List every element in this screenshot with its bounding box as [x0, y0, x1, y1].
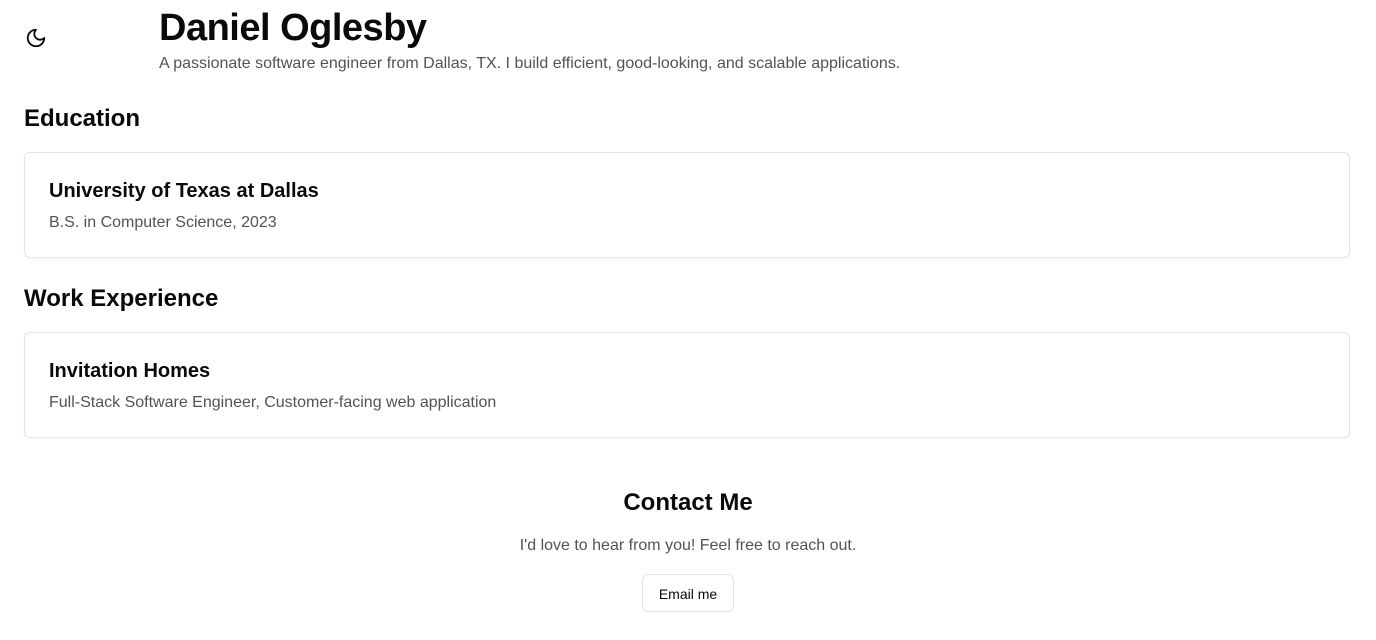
work-role: Full-Stack Software Engineer, Customer-f…	[49, 394, 497, 411]
work-card: Invitation Homes Full-Stack Software Eng…	[24, 332, 1350, 438]
education-degree: B.S. in Computer Science, 2023	[49, 214, 277, 231]
education-card: University of Texas at Dallas B.S. in Co…	[24, 152, 1350, 258]
email-me-button[interactable]: Email me	[641, 574, 735, 612]
header: Daniel Oglesby A passionate software eng…	[159, 6, 900, 74]
moon-icon	[25, 27, 47, 54]
page-title: Daniel Oglesby	[159, 7, 427, 49]
work-experience-heading: Work Experience	[24, 285, 219, 312]
contact-text: I'd love to hear from you! Feel free to …	[519, 537, 857, 554]
contact-section: Contact Me I'd love to hear from you! Fe…	[0, 486, 1376, 612]
contact-heading: Contact Me	[623, 489, 753, 516]
work-company: Invitation Homes	[49, 360, 211, 382]
education-school: University of Texas at Dallas	[49, 180, 319, 202]
theme-toggle-button[interactable]	[20, 24, 52, 56]
tagline: A passionate software engineer from Dall…	[159, 55, 901, 72]
education-heading: Education	[24, 105, 141, 132]
